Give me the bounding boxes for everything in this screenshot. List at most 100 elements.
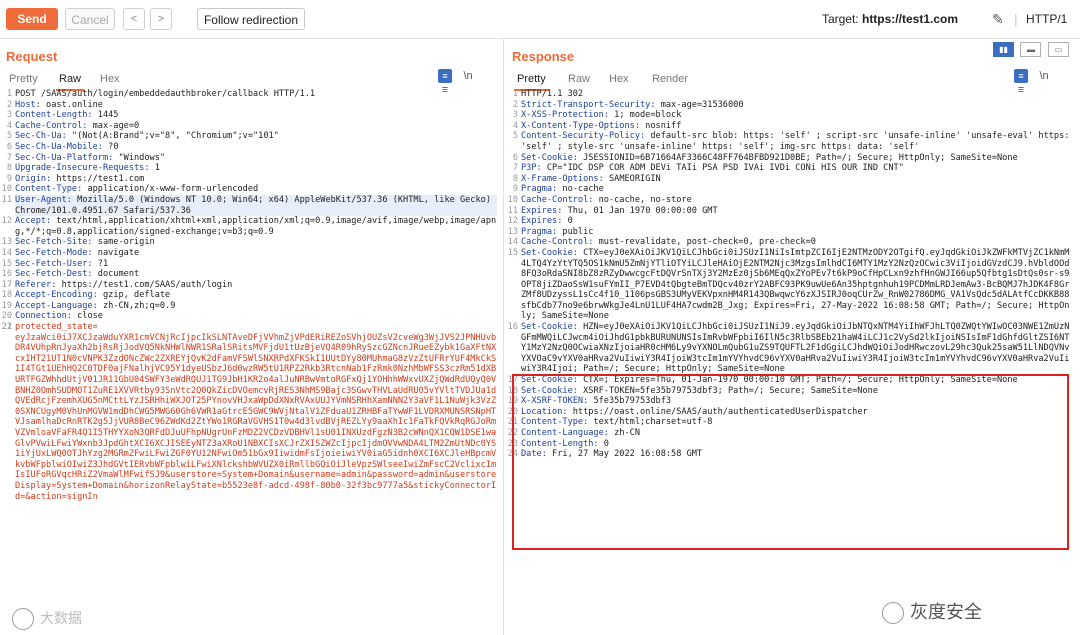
line-number: 13	[1, 237, 12, 248]
header-name: Sec-Fetch-User:	[15, 258, 93, 269]
header-name: X-XSS-Protection:	[521, 110, 609, 121]
request-panel: Request Pretty Raw Hex ≡ \n ≡ 1 POST /SAA…	[0, 39, 504, 635]
forward-button[interactable]: >	[150, 8, 172, 30]
request-body: 22 protected_state= eyJzaWci0iJ7XCJzaWduYX…	[2, 322, 497, 502]
header-value: HTTP/1.1 302	[521, 89, 584, 99]
header-value: ?1	[92, 258, 109, 269]
watermark-logo-icon	[882, 602, 904, 625]
code-line: 6 Set-Cookie: JSESSIONID=6B71664AF3366C48…	[513, 152, 1074, 164]
code-line: 18 Accept-Encoding: gzip, deflate	[2, 290, 497, 301]
line-number: 2	[6, 99, 12, 110]
header-value: https://test1.com	[51, 173, 145, 184]
tab-raw[interactable]: Raw	[56, 69, 85, 91]
menu-icon[interactable]: ≡	[1014, 69, 1028, 83]
line-number: 15	[507, 247, 518, 258]
tab-render[interactable]: Render	[649, 69, 691, 89]
header-name: Cache-Control:	[521, 194, 594, 205]
line-number: 4	[512, 120, 518, 131]
line-number: 15	[1, 258, 12, 269]
header-name: Accept:	[15, 216, 52, 227]
code-line: 9 Pragma: no-cache	[513, 184, 1074, 195]
request-editor[interactable]: 1 POST /SAAS/auth/login/embeddedauthbroke…	[0, 89, 503, 629]
line-number: 7	[6, 152, 12, 163]
header-value: "(Not(A:Brand";v="8", "Chromium";v="101"	[66, 131, 279, 142]
code-line: 2 Host: oast.online	[7, 99, 497, 111]
header-value: SAMEORIGIN	[603, 173, 661, 184]
code-line: 5 Content-Security-Policy: default-src bl…	[513, 131, 1074, 152]
line-number: 4	[6, 120, 12, 131]
line-number: 1	[6, 89, 12, 99]
code-line: 20 Connection: close	[2, 311, 497, 322]
line-number: 1	[512, 89, 518, 99]
tab-raw[interactable]: Raw	[565, 69, 593, 89]
target-display: Target: https://test1.com	[822, 12, 958, 26]
header-value: public	[557, 226, 594, 237]
header-name: Content-Type:	[15, 184, 83, 195]
menu-icon[interactable]: ≡	[438, 69, 452, 83]
header-name: Origin:	[15, 173, 52, 184]
code-line: 6 Sec-Ch-Ua-Mobile: ?0	[7, 141, 497, 153]
header-value: oast.online	[40, 99, 103, 110]
header-value: ?0	[102, 141, 119, 152]
tab-hex[interactable]: Hex	[97, 69, 123, 89]
header-value: gzip, deflate	[97, 290, 171, 301]
request-title: Request	[6, 49, 58, 64]
line-number: 11	[1, 194, 12, 205]
code-line: 4 Cache-Control: max-age=0	[7, 121, 497, 132]
newline-icon[interactable]: \n	[461, 69, 475, 83]
tab-pretty[interactable]: Pretty	[514, 69, 549, 91]
code-line: 19 Accept-Language: zh-CN,zh;q=0.9	[2, 300, 497, 312]
line-number: 3	[512, 110, 518, 121]
line-number: 10	[507, 194, 518, 205]
code-line: 10 Content-Type: application/x-www-form-u…	[2, 184, 497, 195]
line-number: 5	[512, 131, 518, 142]
header-value: Mozilla/5.0 (Windows NT 10.0; Win64; x64…	[15, 194, 497, 216]
line-number: 16	[1, 269, 12, 280]
header-value: zh-CN,zh;q=0.9	[97, 300, 176, 311]
layout-split-icon[interactable]: ▮▮	[993, 42, 1014, 58]
header-value: must-revalidate, post-check=0, pre-check…	[593, 237, 816, 248]
line-number: 18	[1, 290, 12, 301]
code-line: 12 Expires: 0	[508, 216, 1074, 227]
header-name: Sec-Fetch-Dest:	[15, 269, 93, 280]
header-name: Set-Cookie:	[521, 247, 578, 258]
response-title: Response	[512, 49, 575, 64]
code-line: 2 Strict-Transport-Security: max-age=3153…	[513, 100, 1074, 111]
follow-redirection-button[interactable]: Follow redirection	[197, 8, 305, 30]
code-line: 14 Cache-Control: must-revalidate, post-c…	[508, 237, 1074, 248]
highlight-box	[512, 374, 1069, 550]
back-button[interactable]: <	[123, 8, 145, 30]
header-name: User-Agent:	[15, 194, 72, 205]
line-number: 9	[512, 184, 518, 195]
code-line: 1 HTTP/1.1 302	[513, 89, 1074, 100]
http-version-select[interactable]: HTTP/1	[1026, 12, 1067, 26]
watermark-right: 灰度安全	[882, 598, 982, 625]
header-name: Set-Cookie:	[521, 152, 578, 163]
layout-single-icon[interactable]: ▭	[1047, 42, 1069, 58]
code-line: 13 Sec-Fetch-Site: same-origin	[2, 237, 497, 248]
send-button[interactable]: Send	[6, 8, 58, 30]
tab-pretty[interactable]: Pretty	[6, 69, 41, 89]
header-value: nosniff	[640, 120, 682, 131]
header-value: 1445	[92, 110, 119, 121]
body-param-value: eyJzaWci0iJ7XCJzaWduYXR1cmVCNjRcIjpcIkSL…	[15, 332, 497, 502]
cancel-button[interactable]: Cancel	[65, 8, 115, 30]
edit-target-icon[interactable]: ✎	[992, 11, 1004, 28]
header-name: Expires:	[521, 205, 563, 216]
header-name: Set-Cookie:	[521, 322, 578, 333]
header-name: Pragma:	[521, 184, 558, 195]
layout-horizontal-icon[interactable]: ▬	[1020, 42, 1042, 58]
code-line: 8 Upgrade-Insecure-Requests: 1	[7, 163, 497, 174]
tab-hex[interactable]: Hex	[606, 69, 632, 89]
header-name: Sec-Ch-Ua-Platform:	[15, 152, 114, 163]
target-url: https://test1.com	[861, 12, 958, 26]
code-line: 5 Sec-Ch-Ua: "(Not(A:Brand";v="8", "Chrom…	[7, 131, 497, 142]
newline-icon[interactable]: \n	[1037, 69, 1051, 83]
code-line: 12 Accept: text/html,application/xhtml+xm…	[2, 216, 497, 237]
line-number: 7	[512, 163, 518, 174]
header-value: application/x-www-form-urlencoded	[82, 184, 259, 195]
header-value: no-cache, no-store	[593, 194, 692, 205]
header-value: https://test1.com/SAAS/auth/login	[56, 279, 233, 290]
header-name: X-Content-Type-Options:	[521, 120, 640, 131]
header-name: Sec-Ch-Ua:	[15, 131, 67, 142]
